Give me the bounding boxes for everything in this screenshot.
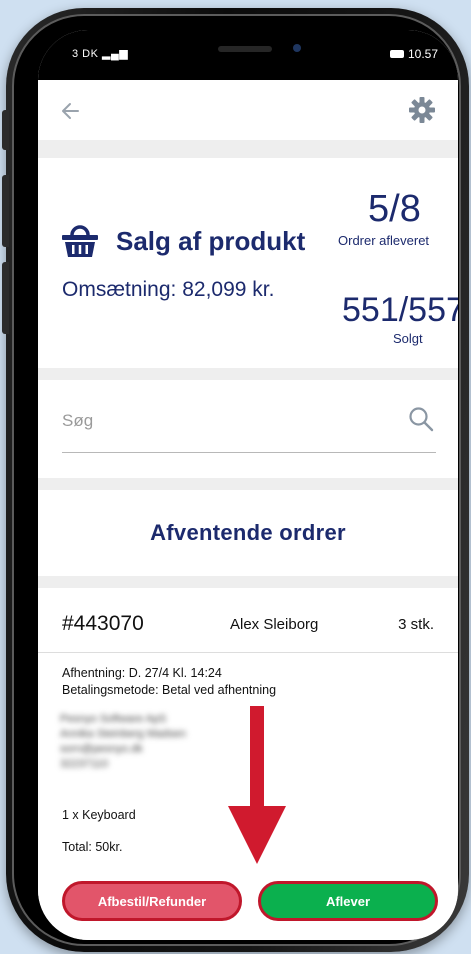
volume-up-button: [2, 175, 9, 247]
payment-method: Betalingsmetode: Betal ved afhentning: [62, 683, 277, 697]
cancel-refund-button[interactable]: Afbestil/Refunder: [62, 881, 242, 921]
signal-icon: ▂▄▆: [102, 48, 129, 60]
status-left: 3 DK ▂▄▆: [72, 47, 128, 60]
order-divider: [38, 652, 458, 653]
mute-switch: [2, 110, 9, 150]
sold-label: Solgt: [393, 331, 423, 346]
blurred-line: Annika Steinberg Madsen: [60, 728, 186, 740]
search-underline: [62, 452, 436, 453]
carrier-label: 3 DK: [72, 48, 99, 60]
product-title: Salg af produkt: [116, 226, 306, 256]
camera: [293, 44, 301, 52]
blurred-line: 32237110: [60, 758, 109, 770]
notch: [134, 30, 366, 74]
revenue-row: Omsætning: 82,099 kr.: [62, 278, 274, 302]
basket-icon: [62, 225, 98, 257]
order-item: 1 x Keyboard: [62, 808, 136, 822]
blurred-customer-details: Pesnyo Software ApS Annika Steinberg Mad…: [60, 712, 220, 772]
gear-icon[interactable]: [408, 96, 436, 124]
pending-orders-header: Afventende ordrer: [38, 490, 458, 576]
volume-down-button: [2, 262, 9, 334]
blurred-line: sorn@pesnyo.dk: [60, 743, 143, 755]
arrow-left-icon[interactable]: [56, 96, 86, 126]
status-right: 10.57: [389, 47, 438, 61]
down-arrow-annotation: [228, 706, 286, 864]
order-number: #443070: [62, 612, 144, 635]
deliver-button[interactable]: Aflever: [258, 881, 438, 921]
revenue-label: Omsætning:: [62, 278, 177, 301]
order-quantity: 3 stk.: [398, 616, 434, 633]
sold-count: 551/557: [342, 291, 458, 329]
revenue-value: 82,099 kr.: [182, 278, 275, 301]
stats-card: Salg af produkt Omsætning: 82,099 kr. 5/…: [38, 158, 458, 368]
search-card: [38, 380, 458, 478]
app-header: [38, 80, 458, 140]
blurred-line: Pesnyo Software ApS: [60, 713, 167, 725]
order-card[interactable]: #443070 Alex Sleiborg 3 stk. Afhentning:…: [38, 588, 458, 940]
search-icon[interactable]: [408, 406, 434, 432]
order-total: Total: 50kr.: [62, 840, 123, 854]
speaker: [218, 46, 272, 52]
phone-screen: 3 DK ▂▄▆ 10.57 Salg af produkt Omsætning…: [38, 30, 458, 940]
pickup-time: Afhentning: D. 27/4 Kl. 14:24: [62, 666, 222, 680]
customer-name: Alex Sleiborg: [230, 616, 319, 633]
search-input[interactable]: [62, 406, 392, 436]
battery-icon: [389, 50, 404, 58]
clock: 10.57: [407, 47, 438, 61]
orders-delivered-label: Ordrer afleveret: [338, 233, 430, 248]
pending-orders-title: Afventende ordrer: [150, 520, 346, 545]
orders-delivered-count: 5/8: [368, 188, 421, 230]
